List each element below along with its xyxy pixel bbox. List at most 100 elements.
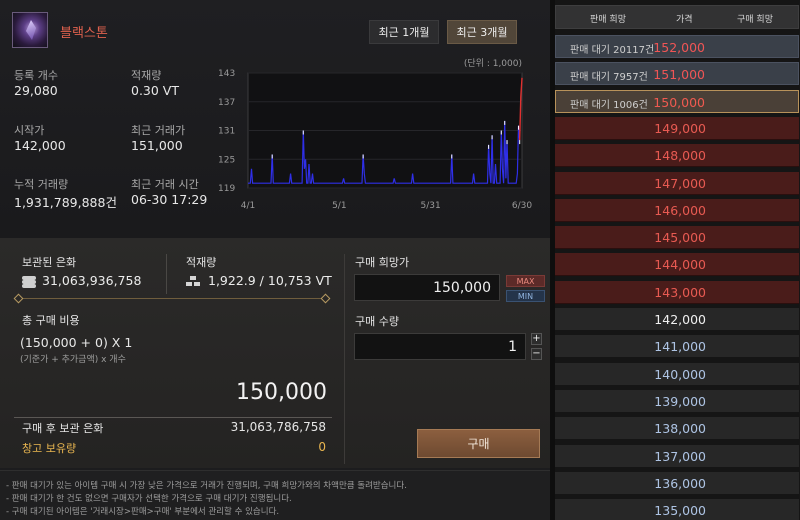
quantity-minus-button[interactable]: −: [531, 348, 542, 360]
note-line: - 구매 대기된 아이템은 '거래시장>판매>구매' 부분에서 관리할 수 있습…: [6, 507, 280, 517]
warehouse-value: 0: [318, 440, 326, 454]
silver-coin-icon: [22, 276, 36, 288]
order-book-price: 141,000: [654, 339, 706, 354]
stock-label: 적재량: [131, 69, 162, 82]
header-price: 가격: [676, 15, 693, 25]
y-tick-label: 119: [218, 184, 235, 194]
total-volume-value: 1,931,789,888건: [14, 195, 117, 210]
max-button[interactable]: MAX: [506, 275, 545, 287]
order-book-price: 135,000: [654, 503, 706, 518]
sell-wait-count: 판매 대기 1006건: [570, 100, 648, 111]
order-book-price: 138,000: [654, 421, 706, 436]
recent-time-label: 최근 거래 시간: [131, 178, 199, 191]
sell-wait-count: 판매 대기 7957건: [570, 72, 648, 83]
y-tick-label: 143: [218, 69, 235, 79]
y-tick-label: 131: [218, 127, 235, 137]
notes-area: - 판매 대기가 있는 아이템 구매 시 가장 낮은 가격으로 거래가 진행되며…: [0, 470, 550, 520]
order-book-price: 142,000: [654, 312, 706, 327]
registered-label: 등록 개수: [14, 69, 58, 82]
start-price-label: 시작가: [14, 124, 45, 137]
order-book-row[interactable]: 147,000: [555, 172, 799, 195]
recent-time-value: 06-30 17:29: [131, 192, 208, 207]
desired-price-input[interactable]: 150,000: [354, 274, 500, 301]
slider-track: [18, 298, 326, 299]
total-price: 150,000: [236, 380, 327, 405]
order-book-row[interactable]: 판매 대기 1006건 150,000: [555, 90, 799, 113]
y-tick-label: 137: [218, 98, 235, 108]
tab-1-month[interactable]: 최근 1개월: [369, 20, 439, 44]
x-tick-label: 4/1: [241, 201, 255, 211]
total-cost-label: 총 구매 비용: [22, 314, 80, 327]
order-book-row[interactable]: 136,000: [555, 472, 799, 495]
order-book-price: 146,000: [654, 203, 706, 218]
order-book-price: 136,000: [654, 476, 706, 491]
after-purchase-label: 구매 후 보관 은화: [22, 422, 104, 435]
order-book-row[interactable]: 140,000: [555, 363, 799, 386]
sell-wait-count: 판매 대기 20117건: [570, 45, 655, 56]
quantity-input[interactable]: 1: [354, 333, 526, 360]
divider: [344, 254, 345, 464]
warehouse-label: 창고 보유량: [22, 442, 77, 455]
order-book-row[interactable]: 138,000: [555, 417, 799, 440]
x-tick-label: 5/1: [332, 201, 346, 211]
order-book-price: 147,000: [654, 176, 706, 191]
black-stone-icon: [12, 12, 48, 48]
order-book-price: 139,000: [654, 394, 706, 409]
order-book-price: 152,000: [653, 40, 705, 55]
order-book-header: 판매 희망 가격 구매 희망: [555, 5, 799, 29]
order-book-row[interactable]: 135,000: [555, 499, 799, 520]
item-info-area: 블랙스톤 최근 1개월 최근 3개월 등록 개수 29,080 적재량 0.30…: [0, 0, 550, 238]
recent-price-value: 151,000: [131, 138, 183, 153]
note-line: - 판매 대기가 한 건도 없으면 구매자가 선택한 가격으로 구매 대기가 진…: [6, 494, 292, 504]
weight-value: 1,922.9 / 10,753 VT: [208, 273, 332, 288]
order-book-row[interactable]: 판매 대기 7957건 151,000: [555, 62, 799, 85]
min-button[interactable]: MIN: [506, 290, 545, 302]
note-line: - 판매 대기가 있는 아이템 구매 시 가장 낮은 가격으로 거래가 진행되며…: [6, 481, 407, 491]
market-panel: 블랙스톤 최근 1개월 최근 3개월 등록 개수 29,080 적재량 0.30…: [0, 0, 550, 520]
silver-value: 31,063,936,758: [42, 273, 142, 288]
order-book-row[interactable]: 141,000: [555, 335, 799, 358]
total-divider: [14, 417, 332, 418]
header-buy: 구매 희망: [737, 15, 773, 25]
order-book-row[interactable]: 148,000: [555, 144, 799, 167]
unit-note: (단위 : 1,000): [464, 58, 522, 69]
order-book-row[interactable]: 137,000: [555, 445, 799, 468]
desired-price-label: 구매 희망가: [355, 256, 410, 269]
header-sell: 판매 희망: [590, 15, 626, 25]
order-book-row[interactable]: 144,000: [555, 253, 799, 276]
y-tick-label: 125: [218, 155, 235, 165]
order-book-price: 144,000: [654, 257, 706, 272]
quantity-plus-button[interactable]: +: [531, 333, 542, 345]
price-chart: 143 137 131 125 119 4/1 5/1 5/31 6/30 (단위 : 1,000…: [218, 58, 532, 211]
x-tick-label: 5/31: [421, 201, 441, 211]
price-formula: (150,000 + 0) X 1: [20, 335, 133, 350]
divider: [166, 254, 167, 294]
order-book-row[interactable]: 143,000: [555, 281, 799, 304]
buy-button[interactable]: 구매: [417, 429, 540, 458]
recent-price-label: 최근 거래가: [131, 124, 186, 137]
start-price-value: 142,000: [14, 138, 66, 153]
order-book-row[interactable]: 145,000: [555, 226, 799, 249]
tab-3-months[interactable]: 최근 3개월: [447, 20, 517, 44]
silver-label: 보관된 은화: [22, 256, 77, 269]
weight-label: 적재량: [186, 256, 217, 269]
order-book-row[interactable]: 142,000: [555, 308, 799, 331]
order-book-price: 151,000: [653, 67, 705, 82]
order-book-price: 140,000: [654, 367, 706, 382]
registered-value: 29,080: [14, 83, 58, 98]
x-tick-label: 6/30: [512, 201, 532, 211]
weight-icon: [186, 276, 201, 287]
order-book-row[interactable]: 139,000: [555, 390, 799, 413]
order-book-row[interactable]: 149,000: [555, 117, 799, 140]
order-book-price: 137,000: [654, 449, 706, 464]
order-book-price: 145,000: [654, 230, 706, 245]
total-volume-label: 누적 거래량: [14, 178, 69, 191]
order-book-price: 148,000: [654, 148, 706, 163]
order-book-price: 150,000: [653, 95, 705, 110]
formula-note: (기준가 + 추가금액) x 개수: [20, 355, 126, 365]
order-book-row[interactable]: 판매 대기 20117건 152,000: [555, 35, 799, 58]
item-name: 블랙스톤: [60, 26, 108, 41]
order-book-row[interactable]: 146,000: [555, 199, 799, 222]
order-book: 판매 희망 가격 구매 희망 판매 대기 20117건 152,000 판매 대기 …: [555, 0, 800, 520]
quantity-label: 구매 수량: [355, 315, 399, 328]
